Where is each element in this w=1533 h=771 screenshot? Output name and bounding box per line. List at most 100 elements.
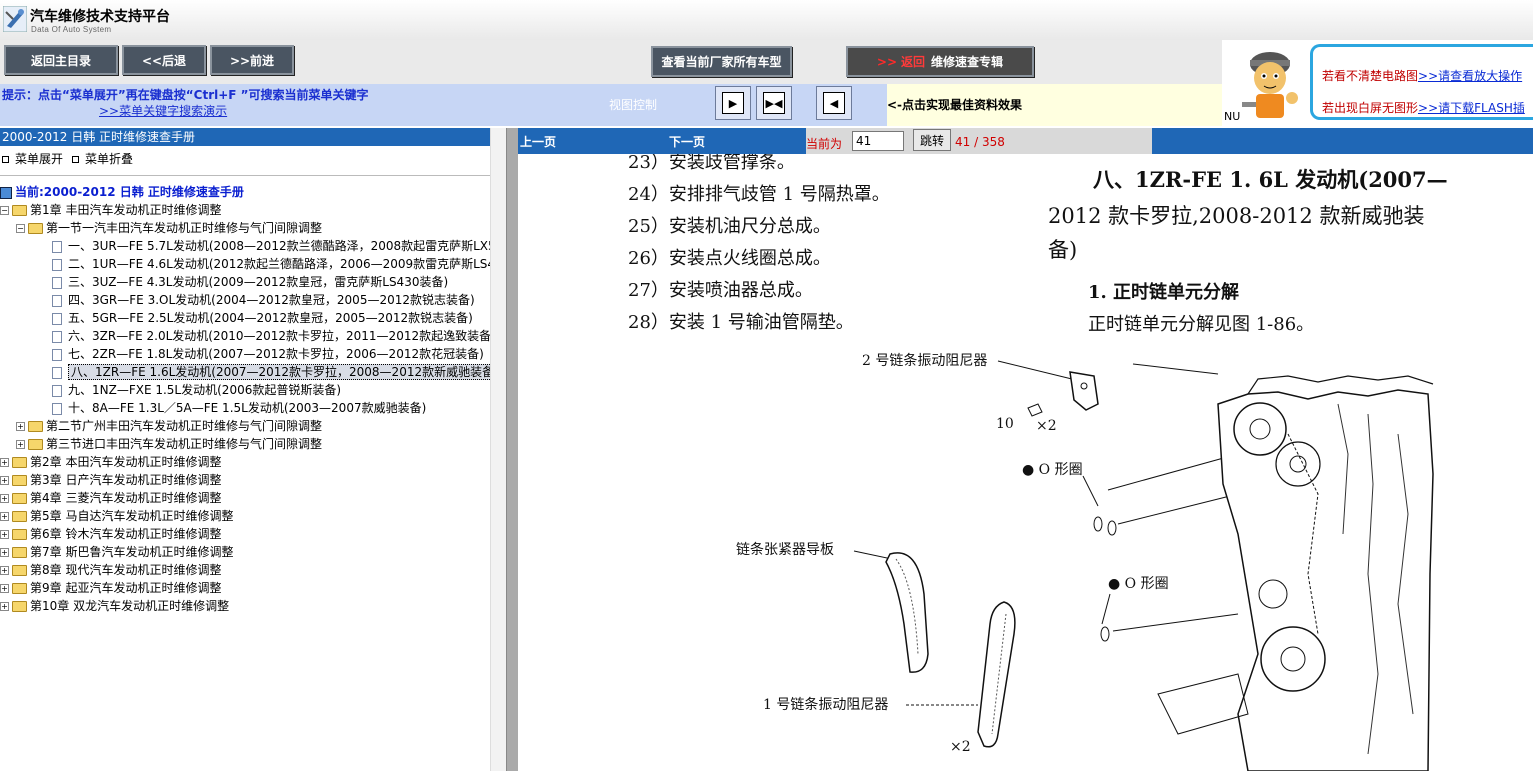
tree-item-selected[interactable]: 八、1ZR—FE 1.6L发动机(2007—2012款卡罗拉，2008—2012… (52, 363, 502, 381)
tree-item[interactable]: 三、3UZ—FE 4.3L发动机(2009—2012款皇冠，雷克萨斯LS430装… (52, 273, 448, 291)
search-demo-link[interactable]: >>菜单关键字搜索演示 (99, 102, 227, 119)
tree-chapter[interactable]: + 第5章 马自达汽车发动机正时维修调整 (0, 507, 233, 525)
tree-chapter[interactable]: + 第9章 起亚汽车发动机正时维修调整 (0, 579, 221, 597)
view-hide-menu-button[interactable]: ◀ (816, 86, 852, 120)
menu-expand-button[interactable]: 菜单展开 (2, 150, 63, 167)
tree-scrollbar[interactable] (490, 128, 507, 771)
tree-item[interactable]: 四、3GR—FE 3.OL发动机(2004—2012款皇冠，2005—2012款… (52, 291, 475, 309)
tree-chapter-label: 第4章 三菱汽车发动机正时维修调整 (30, 491, 222, 505)
expand-icon[interactable]: + (0, 602, 9, 611)
document-icon (52, 330, 62, 343)
current-page-label: 当前为 (806, 137, 843, 151)
expand-icon[interactable]: + (0, 584, 9, 593)
page-number-input[interactable] (852, 131, 904, 151)
speed-manual-button[interactable]: >> 返回 维修速查专辑 (846, 46, 1034, 77)
view-fit-width-button[interactable]: ▶ (715, 86, 751, 120)
tree-item[interactable]: 七、2ZR—FE 1.8L发动机(2007—2012款卡罗拉，2006—2012… (52, 345, 484, 363)
tree-item-label: 三、3UZ—FE 4.3L发动机(2009—2012款皇冠，雷克萨斯LS430装… (68, 275, 449, 289)
tree-section-2[interactable]: + 第二节广州丰田汽车发动机正时维修与气门间隙调整 (16, 417, 322, 435)
folder-icon (12, 583, 27, 594)
expand-icon[interactable]: + (0, 530, 9, 539)
view-tip-text: <-点击实现最佳资料效果 (887, 98, 1023, 112)
tree-item-label: 九、1NZ—FXE 1.5L发动机(2006款起普锐斯装备) (68, 383, 342, 397)
menu-expand-label: 菜单展开 (15, 152, 64, 166)
tree-chapter[interactable]: + 第3章 日产汽车发动机正时维修调整 (0, 471, 221, 489)
mechanic-mascot-icon (1232, 44, 1308, 122)
expand-icon[interactable]: + (16, 440, 25, 449)
tree-chapter[interactable]: + 第2章 本田汽车发动机正时维修调整 (0, 453, 221, 471)
tree-item[interactable]: 五、5GR—FE 2.5L发动机(2004—2012款皇冠，2005—2012款… (52, 309, 473, 327)
tree-item-label: 八、1ZR—FE 1.6L发动机(2007—2012款卡罗拉，2008—2012… (68, 364, 502, 380)
folder-icon (12, 475, 27, 486)
tree-chapter-label: 第8章 现代汽车发动机正时维修调整 (30, 563, 222, 577)
tree-item[interactable]: 九、1NZ—FXE 1.5L发动机(2006款起普锐斯装备) (52, 381, 341, 399)
expand-icon[interactable]: + (0, 512, 9, 521)
flash-download-link[interactable]: >>请下载FLASH插 (1418, 101, 1525, 115)
expand-icon[interactable]: + (0, 494, 9, 503)
collapse-icon[interactable]: − (0, 206, 9, 215)
next-page-link[interactable]: 下一页 (669, 133, 705, 150)
forward-button[interactable]: >>前进 (210, 45, 294, 75)
menu-collapse-button[interactable]: 菜单折叠 (72, 150, 133, 167)
title-bar (0, 0, 1533, 41)
collapse-icon[interactable]: − (16, 224, 25, 233)
tree-chapter-label: 第7章 斯巴鲁汽车发动机正时维修调整 (30, 545, 234, 559)
folder-icon (12, 565, 27, 576)
tree-chapter[interactable]: + 第10章 双龙汽车发动机正时维修调整 (0, 597, 229, 615)
app-subtitle: Data Of Auto System (31, 25, 112, 34)
folder-icon (12, 547, 27, 558)
tree-item[interactable]: 六、3ZR—FE 2.0L发动机(2010—2012款卡罗拉，2011—2012… (52, 327, 496, 345)
tree-chapter[interactable]: + 第4章 三菱汽车发动机正时维修调整 (0, 489, 221, 507)
tree-chapter-label: 第5章 马自达汽车发动机正时维修调整 (30, 509, 234, 523)
tree-item[interactable]: 一、3UR—FE 5.7L发动机(2008—2012款兰德酷路泽，2008款起雷… (52, 237, 503, 255)
search-hint: 提示：点击“菜单展开”再在键盘按“Ctrl+F ”可搜索当前菜单关键字 (2, 88, 369, 102)
tree-chapter-label: 第9章 起亚汽车发动机正时维修调整 (30, 581, 222, 595)
tree-item-label: 一、3UR—FE 5.7L发动机(2008—2012款兰德酷路泽，2008款起雷… (68, 239, 504, 253)
expand-icon[interactable]: + (0, 548, 9, 557)
tree-item-label: 五、5GR—FE 2.5L发动机(2004—2012款皇冠，2005—2012款… (68, 311, 473, 325)
back-button[interactable]: <<后退 (122, 45, 206, 75)
page-count: 41 / 358 (955, 135, 1005, 149)
tree-chapter[interactable]: + 第7章 斯巴鲁汽车发动机正时维修调整 (0, 543, 233, 561)
home-button[interactable]: 返回主目录 (4, 45, 118, 75)
jump-button[interactable]: 跳转 (913, 129, 951, 151)
tree-chapter[interactable]: + 第8章 现代汽车发动机正时维修调整 (0, 561, 221, 579)
banner-nu-text: NU (1224, 110, 1241, 123)
tree-current-label: 当前:2000-2012 日韩 正时维修速查手册 (15, 185, 244, 199)
folder-icon (12, 601, 27, 612)
tree-item[interactable]: 十、8A—FE 1.3L／5A—FE 1.5L发动机(2003—2007款威驰装… (52, 399, 426, 417)
banner-text-flash: 若出现白屏无图形 (1322, 101, 1419, 115)
tree-chapter-1[interactable]: − 第1章 丰田汽车发动机正时维修调整 (0, 201, 221, 219)
tree-item-label: 二、1UR—FE 4.6L发动机(2012款起兰德酷路泽，2006—2009款雷… (68, 257, 503, 271)
prev-page-link[interactable]: 上一页 (520, 133, 556, 150)
view-fit-page-button[interactable]: ▶◀ (756, 86, 792, 120)
tree-section-3[interactable]: + 第三节进口丰田汽车发动机正时维修与气门间隙调整 (16, 435, 322, 453)
arrow-left-bar-icon: ◀ (823, 92, 845, 114)
expand-icon[interactable]: + (0, 458, 9, 467)
tree-chapter-label: 第2章 本田汽车发动机正时维修调整 (30, 455, 222, 469)
folder-icon (12, 493, 27, 504)
tree-section-1[interactable]: − 第一节一汽丰田汽车发动机正时维修与气门间隙调整 (16, 219, 322, 237)
document-icon (52, 258, 62, 271)
tree-section-label: 第一节一汽丰田汽车发动机正时维修与气门间隙调整 (46, 221, 323, 235)
expand-icon[interactable]: + (0, 566, 9, 575)
expand-icon[interactable]: + (16, 422, 25, 431)
zoom-help-link[interactable]: >>请查看放大操作 (1418, 69, 1522, 83)
all-models-button[interactable]: 查看当前厂家所有车型 (651, 46, 792, 77)
document-page: 23）安装歧管撑条。 24）安排排气歧管 1 号隔热罩。 25）安装机油尺分总成… (518, 154, 1533, 771)
view-control-label: 视图控制 (609, 98, 658, 112)
return-label: 返回 (901, 55, 926, 69)
tree-chapter[interactable]: + 第6章 铃木汽车发动机正时维修调整 (0, 525, 221, 543)
tree-current-root[interactable]: 当前:2000-2012 日韩 正时维修速查手册 (0, 183, 244, 200)
banner-line-flash: 若出现白屏无图形>>请下载FLASH插 (1322, 99, 1525, 116)
square-icon (72, 156, 79, 163)
folder-open-icon (12, 205, 27, 216)
folder-icon (12, 529, 27, 540)
expand-icon[interactable]: + (0, 476, 9, 485)
document-icon (52, 348, 62, 361)
tree-item-label: 六、3ZR—FE 2.0L发动机(2010—2012款卡罗拉，2011—2012… (68, 329, 496, 343)
tree-chapter-label: 第10章 双龙汽车发动机正时维修调整 (30, 599, 230, 613)
menu-collapse-label: 菜单折叠 (85, 152, 134, 166)
tree-item[interactable]: 二、1UR—FE 4.6L发动机(2012款起兰德酷路泽，2006—2009款雷… (52, 255, 503, 273)
tree-chapter-label: 第3章 日产汽车发动机正时维修调整 (30, 473, 222, 487)
